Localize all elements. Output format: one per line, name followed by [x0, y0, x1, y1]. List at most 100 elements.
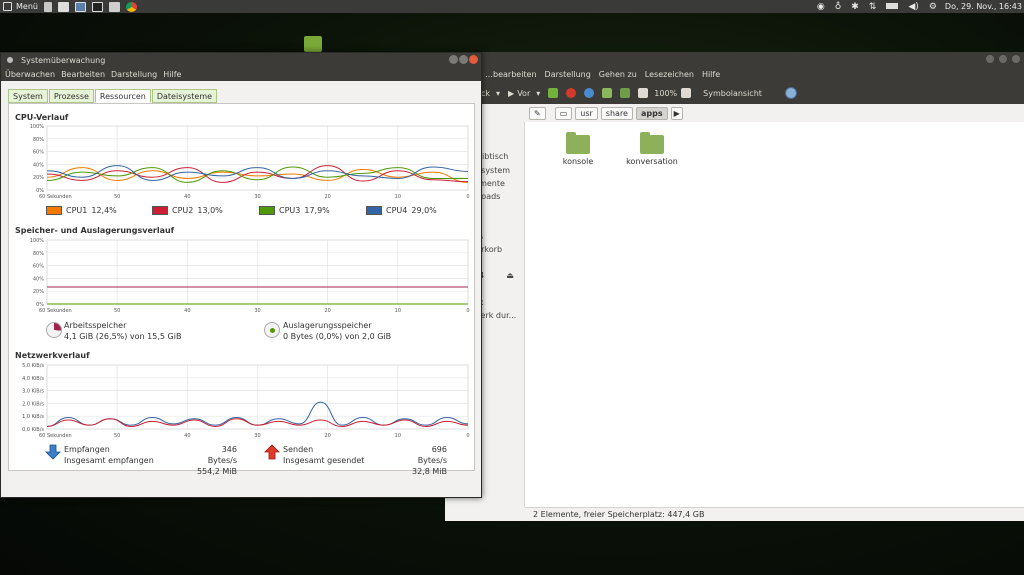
mem-x-tick-label: 0 — [466, 308, 469, 314]
sm-menubar: Überwachen Bearbeiten Darstellung Hilfe — [1, 67, 481, 81]
cpu-y-tick-label: 100% — [30, 124, 45, 130]
sm-menu-help[interactable]: Hilfe — [160, 70, 184, 79]
swap-pie-icon[interactable] — [264, 322, 280, 338]
sent-label: Senden — [283, 445, 314, 454]
zoom-in-icon[interactable] — [681, 88, 692, 98]
fm-content-area[interactable]: konsole konversation — [525, 122, 1024, 507]
fm-menu-bookmarks[interactable]: Lesezeichen — [641, 70, 698, 79]
fm-statusbar: 2 Elemente, freier Speicherplatz: 447,4 … — [525, 507, 1024, 521]
upload-arrow-icon[interactable] — [264, 444, 280, 460]
fm-minimize-button[interactable] — [986, 55, 994, 63]
desktop-file-icon[interactable] — [304, 36, 322, 52]
launcher-terminal[interactable] — [89, 0, 106, 13]
sm-minimize-button[interactable] — [449, 55, 458, 64]
launcher-monitor[interactable] — [72, 0, 89, 13]
net-y-tick-label: 1,0 KiB/s — [22, 414, 44, 420]
net-x-tick-label: 0 — [466, 433, 469, 439]
sm-menu-monitor[interactable]: Überwachen — [2, 70, 58, 79]
sent-info: Senden Insgesamt gesendet — [283, 444, 364, 466]
cpu2-label: CPU2 — [172, 206, 194, 215]
fm-menu-help[interactable]: Hilfe — [698, 70, 724, 79]
fm-menu-edit[interactable]: …bearbeiten — [481, 70, 541, 79]
steam-icon[interactable]: ◉ — [812, 2, 830, 12]
sm-maximize-button[interactable] — [459, 55, 468, 64]
clock[interactable]: Do, 29. Nov., 16:43 — [942, 0, 1024, 13]
tab-processes[interactable]: Prozesse — [48, 89, 94, 103]
cpu-x-tick-label: 40 — [184, 194, 190, 200]
cpu3-color-swatch[interactable] — [259, 206, 275, 215]
net-y-tick-label: 4,0 KiB/s — [22, 376, 44, 382]
eject-icon[interactable]: ⏏ — [506, 271, 514, 280]
launcher-calc[interactable] — [106, 0, 123, 13]
sm-close-button[interactable] — [469, 55, 478, 64]
up-arrow-icon[interactable] — [548, 88, 559, 98]
path-button-share[interactable]: share — [600, 106, 633, 120]
folder-name: konversation — [626, 157, 678, 166]
fm-menu-view[interactable]: Darstellung — [541, 70, 595, 79]
received-total: 554,2 MiB — [196, 467, 237, 476]
battery-icon[interactable] — [881, 2, 903, 12]
terminal-icon — [91, 1, 103, 12]
computer-icon[interactable] — [620, 88, 631, 98]
download-arrow-icon[interactable] — [45, 444, 61, 460]
fm-close-button[interactable] — [1012, 55, 1020, 63]
fm-menu-go[interactable]: Gehen zu — [595, 70, 641, 79]
cpu1-color-swatch[interactable] — [46, 206, 62, 215]
home-icon[interactable] — [602, 88, 613, 98]
path-button-apps[interactable]: apps — [635, 106, 668, 120]
mem-y-tick-label: 40% — [33, 276, 44, 282]
gear-icon[interactable]: ⚙ — [924, 2, 942, 12]
mem-y-tick-label: 60% — [33, 264, 44, 270]
reload-icon[interactable] — [584, 88, 595, 98]
fm-maximize-button[interactable] — [999, 55, 1007, 63]
cpu4-value: 29,0% — [411, 206, 437, 215]
mem-x-tick-label: 40 — [184, 308, 190, 314]
mem-x-tick-label: 60 Sekunden — [39, 308, 72, 314]
tab-filesystems[interactable]: Dateisysteme — [151, 89, 218, 103]
menu-button[interactable]: Menü — [0, 0, 41, 13]
zoom-out-icon[interactable] — [638, 88, 649, 98]
ram-pie-icon[interactable] — [46, 322, 62, 338]
sm-menu-edit[interactable]: Bearbeiten — [58, 70, 108, 79]
fm-forward-button[interactable]: ▶ Vor ▾ — [504, 85, 544, 101]
path-right-arrow-icon[interactable]: ▶ — [670, 106, 683, 120]
network-arrows-icon[interactable]: ⇅ — [864, 2, 882, 12]
printer-icon — [57, 1, 69, 12]
swap-info: Auslagerungsspeicher 0 Bytes (0,0%) von … — [283, 320, 391, 342]
cpu3-label: CPU3 — [279, 206, 301, 215]
fm-titlebar[interactable] — [445, 52, 1024, 66]
cpu-section-title: CPU-Verlauf — [15, 113, 69, 122]
location-toggle-button[interactable]: ✎ — [529, 106, 546, 120]
mem-x-tick-label: 50 — [114, 308, 120, 314]
volume-icon[interactable]: ◀) — [903, 2, 923, 12]
bluetooth-icon[interactable]: ✱ — [846, 2, 864, 12]
sm-titlebar[interactable]: Systemüberwachung — [1, 53, 481, 67]
launcher-files[interactable] — [41, 0, 55, 13]
path-button-usr[interactable]: usr — [575, 106, 598, 120]
cpu4-label: CPU4 — [386, 206, 408, 215]
cpu-x-tick-label: 10 — [395, 194, 401, 200]
bulb-icon[interactable]: ♁ — [830, 2, 847, 12]
monitor-icon — [74, 1, 86, 12]
launcher-browser[interactable] — [123, 0, 140, 13]
tab-resources[interactable]: Ressourcen — [94, 89, 151, 103]
launcher-printer[interactable] — [55, 0, 72, 13]
tab-system[interactable]: System — [8, 89, 48, 103]
cpu3-legend: CPU3 17,9% — [259, 206, 330, 215]
document-icon — [43, 1, 52, 12]
folder-item[interactable]: konsole — [548, 132, 608, 166]
cpu2-color-swatch[interactable] — [152, 206, 168, 215]
cpu-x-tick-label: 60 Sekunden — [39, 194, 72, 200]
sm-menu-view[interactable]: Darstellung — [108, 70, 160, 79]
stop-icon[interactable] — [566, 88, 577, 98]
fm-menubar: …bearbeiten Darstellung Gehen zu Lesezei… — [445, 66, 1024, 82]
sent-rate: 696 Bytes/s — [417, 445, 447, 465]
cpu1-legend: CPU1 12,4% — [46, 206, 117, 215]
cpu4-color-swatch[interactable] — [366, 206, 382, 215]
cpu-history-graph: 100%80%60%40%20%0%60 Sekunden 50 40 30 20 10 0 — [30, 124, 470, 200]
path-root-button[interactable]: ▭ — [554, 106, 573, 120]
folder-item[interactable]: konversation — [622, 132, 682, 166]
fm-view-select[interactable]: Symbolansicht — [703, 89, 783, 98]
received-rate: 346 Bytes/s — [207, 445, 237, 465]
search-icon[interactable] — [785, 87, 798, 99]
